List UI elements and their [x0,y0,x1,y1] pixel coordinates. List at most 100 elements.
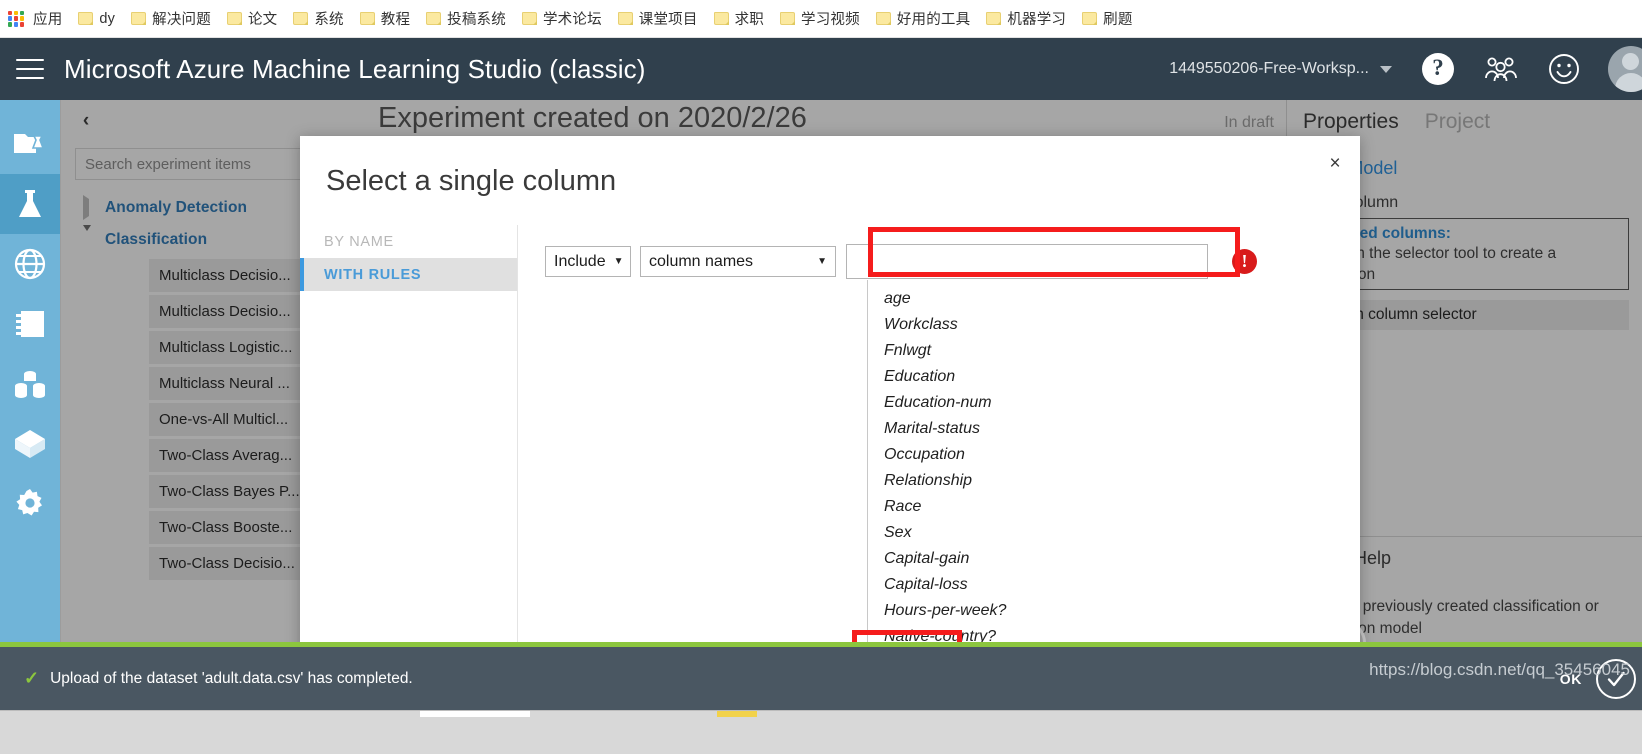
experiments-icon [19,190,41,217]
sidebar-item-trained-models[interactable] [0,414,60,474]
list-item[interactable]: Education-num [868,390,1292,416]
list-item[interactable]: age [868,286,1292,312]
question-mark-icon: ? [1422,53,1454,85]
folder-icon [78,12,94,25]
bookmark-label: 系统 [314,12,344,28]
rule-row: Include ▼ column names ▼ ! [545,244,1257,279]
list-item[interactable]: Capital-loss [868,572,1292,598]
help-button[interactable]: ? [1422,53,1454,85]
primary-nav-rail [0,100,60,642]
browser-taskbar [0,710,1642,754]
list-item[interactable]: Occupation [868,442,1292,468]
bookmark-item[interactable]: 刷题 [1082,8,1132,29]
bookmark-label: 应用 [33,12,63,28]
bookmark-item[interactable]: 论文 [226,8,277,29]
bookmark-label: 解决问题 [152,12,211,28]
bookmark-item[interactable]: 学习视频 [780,8,860,29]
projects-icon [14,134,45,153]
list-item[interactable]: Relationship [868,468,1292,494]
apps-grid-icon[interactable] [8,10,24,27]
bookmark-item[interactable]: 投稿系统 [426,8,506,29]
feedback-button[interactable] [1548,53,1580,85]
taskbar-segment [537,711,717,717]
bookmark-label: 学术论坛 [542,12,602,28]
include-exclude-select[interactable]: Include ▼ [545,246,631,277]
sidebar-item-experiments[interactable] [0,174,60,234]
workspace-picker[interactable]: 1449550206-Free-Worksp... [1169,60,1392,78]
bookmark-item[interactable]: 求职 [713,8,764,29]
dialog-body: Include ▼ column names ▼ ! age Workclass… [519,225,1360,673]
list-item[interactable]: Workclass [868,312,1292,338]
status-badge: In draft [1224,114,1274,131]
include-select-value: Include [554,252,606,270]
user-avatar[interactable] [1608,46,1642,92]
taskbar-segment [420,711,530,717]
folder-icon [293,12,309,25]
bookmark-apps[interactable]: 应用 [33,8,62,29]
list-item[interactable]: Marital-status [868,416,1292,442]
folder-icon [875,12,891,25]
bookmark-item[interactable]: 课堂项目 [617,8,698,29]
sidebar-item-datasets[interactable] [0,354,60,414]
bookmark-item[interactable]: 解决问题 [131,8,211,29]
taskbar-segment [0,711,420,717]
tab-project[interactable]: Project [1425,110,1490,134]
criteria-select[interactable]: column names ▼ [640,246,836,277]
folder-icon [226,12,242,25]
list-item[interactable]: Capital-gain [868,546,1292,572]
folder-icon [1082,12,1098,25]
folder-icon [617,12,633,25]
folder-icon [521,12,537,25]
taskbar-segment [530,711,537,717]
list-item[interactable]: Education [868,364,1292,390]
select-column-dialog: Select a single column × BY NAME WITH RU… [300,136,1360,673]
folder-icon [713,12,729,25]
bookmark-item[interactable]: 系统 [293,8,344,29]
sidebar-item-notebooks[interactable] [0,294,60,354]
list-item[interactable]: Sex [868,520,1292,546]
status-message: Upload of the dataset 'adult.data.csv' h… [50,669,413,687]
watermark: https://blog.csdn.net/qq_35456045 [1369,660,1630,679]
folder-icon [359,12,375,25]
bookmark-label: 课堂项目 [638,12,698,28]
smiley-icon [1549,54,1579,84]
list-item[interactable]: Fnlwgt [868,338,1292,364]
list-item[interactable]: Race [868,494,1292,520]
collapse-panel-button[interactable]: ‹ [73,108,99,134]
bookmark-label: 投稿系统 [447,12,506,28]
bookmark-label: 教程 [380,12,411,28]
workspace-name: 1449550206-Free-Worksp... [1169,60,1369,77]
tab-properties[interactable]: Properties [1303,110,1399,134]
nav-item-by-name[interactable]: BY NAME [300,225,517,258]
notebooks-icon [16,311,44,337]
chevron-right-icon [83,195,99,220]
dialog-title: Select a single column [326,165,617,197]
tree-group-label: Anomaly Detection [105,199,248,216]
sidebar-item-settings[interactable] [0,474,60,534]
bookmark-item[interactable]: 好用的工具 [875,8,971,29]
page-title: Experiment created on 2020/2/26 [378,102,807,134]
app-title: Microsoft Azure Machine Learning Studio … [64,53,646,84]
hamburger-icon[interactable] [16,59,44,79]
bookmark-item[interactable]: dy [78,11,115,27]
bookmark-item[interactable]: 机器学习 [986,8,1066,29]
chevron-down-icon [83,225,99,249]
bookmark-item[interactable]: 学术论坛 [521,8,602,29]
sidebar-item-web-services[interactable] [0,234,60,294]
column-names-input[interactable] [846,244,1208,279]
bookmark-label: 好用的工具 [896,12,971,28]
tree-group-label: Classification [105,231,208,248]
column-suggestion-dropdown[interactable]: age Workclass Fnlwgt Education Education… [867,280,1292,673]
close-icon[interactable]: × [1324,154,1346,176]
folder-icon [426,12,442,25]
chevron-down-icon: ▼ [613,256,624,267]
bookmark-label: 求职 [734,12,764,28]
list-item[interactable]: Hours-per-week? [868,598,1292,624]
trained-models-icon [15,430,45,458]
folder-icon [986,12,1002,25]
nav-item-with-rules[interactable]: WITH RULES [300,258,517,291]
bookmark-item[interactable]: 教程 [359,8,411,29]
folder-icon [780,12,795,25]
sidebar-item-projects[interactable] [0,114,60,174]
community-button[interactable] [1484,56,1518,82]
